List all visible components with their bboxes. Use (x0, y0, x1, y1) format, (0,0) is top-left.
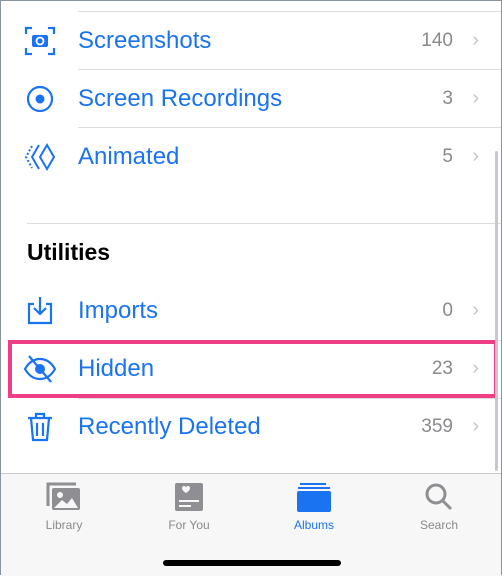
tab-label: Albums (293, 518, 334, 532)
albums-icon (297, 483, 331, 512)
tab-label: Library (45, 518, 83, 532)
tab-library[interactable]: Library (14, 482, 114, 532)
album-count: 140 (421, 30, 453, 51)
album-label: Imports (78, 297, 159, 324)
tab-for-you[interactable]: For You (139, 482, 239, 532)
chevron-right-icon: › (472, 299, 479, 321)
chevron-right-icon: › (472, 145, 479, 167)
chevron-right-icon: › (472, 87, 479, 109)
tab-label: Search (419, 518, 459, 532)
album-count: 5 (442, 146, 453, 167)
album-count: 0 (442, 300, 453, 321)
album-count: 3 (442, 88, 453, 109)
animated-icon (24, 143, 56, 171)
album-row-recently-deleted[interactable]: Recently Deleted 359 › (1, 398, 501, 456)
chevron-right-icon: › (472, 415, 479, 437)
section-header: Utilities (27, 239, 111, 265)
screen-recording-icon (26, 85, 54, 113)
chevron-right-icon: › (472, 29, 479, 51)
search-icon (425, 483, 453, 511)
album-label: Recently Deleted (78, 413, 261, 440)
album-label: Screenshots (78, 27, 212, 54)
import-icon (27, 297, 53, 325)
tab-label: For You (168, 518, 210, 532)
home-indicator[interactable] (163, 560, 341, 566)
album-label: Screen Recordings (78, 85, 283, 112)
trash-icon (28, 412, 52, 442)
tab-search[interactable]: Search (389, 482, 489, 532)
album-count: 359 (421, 416, 453, 437)
highlight-box (8, 340, 498, 398)
section-separator (27, 223, 501, 224)
for-you-icon (175, 483, 203, 511)
screenshot-icon (24, 26, 56, 56)
album-row-screenshots[interactable]: Screenshots 140 › (1, 12, 501, 70)
tab-albums[interactable]: Albums (264, 482, 364, 532)
album-row-animated[interactable]: Animated 5 › (1, 128, 501, 186)
library-icon (46, 482, 80, 510)
album-row-imports[interactable]: Imports 0 › (1, 282, 501, 340)
album-label: Animated (78, 143, 180, 170)
scrollbar[interactable] (495, 151, 498, 471)
album-row-screen-recordings[interactable]: Screen Recordings 3 › (1, 70, 501, 128)
